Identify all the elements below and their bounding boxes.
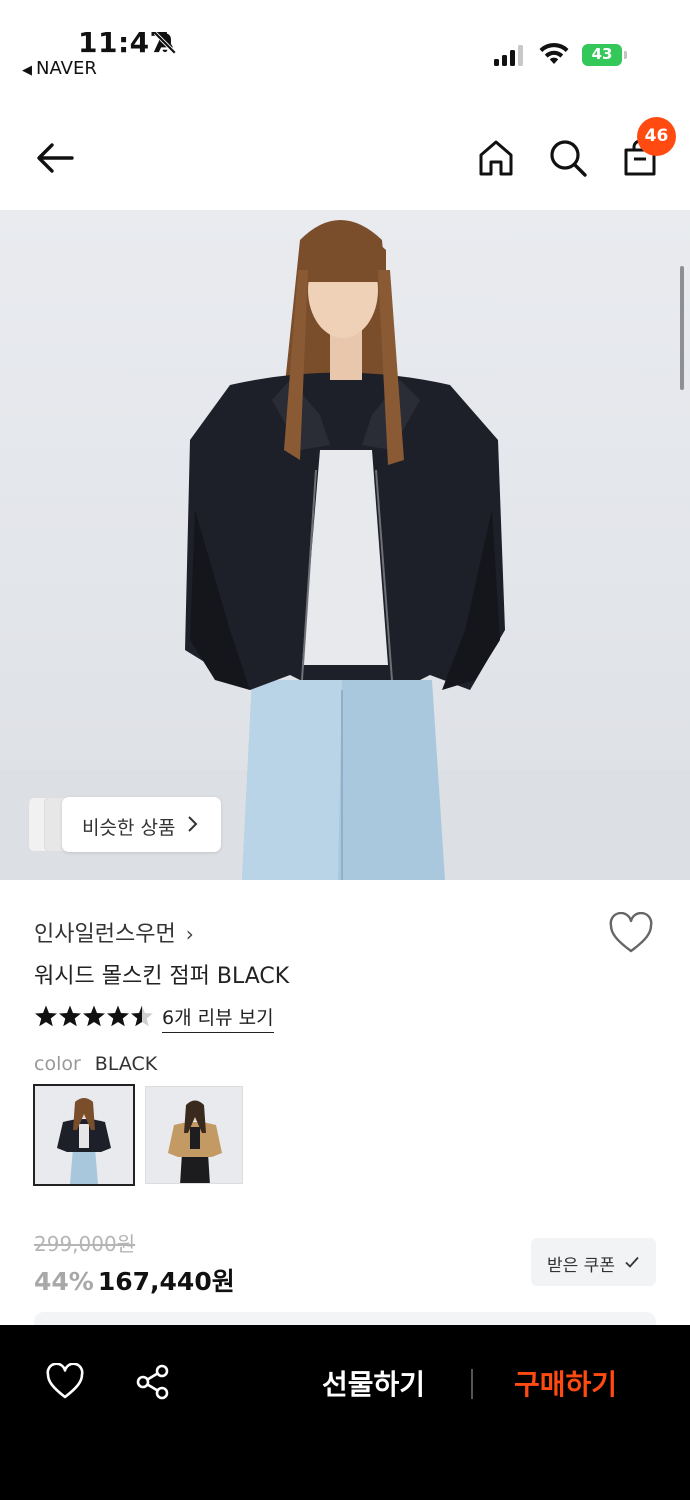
sale-price: 167,440원 (97, 1267, 235, 1296)
check-icon (625, 1256, 639, 1268)
gift-button[interactable]: 선물하기 (322, 1363, 425, 1403)
swatch-black-photo (35, 1086, 133, 1184)
model-photo (0, 220, 690, 880)
heart-icon[interactable] (45, 1363, 85, 1401)
color-row: color BLACK (34, 1053, 157, 1075)
rating-star (35, 1005, 57, 1027)
color-key: color (34, 1053, 81, 1075)
product-image[interactable] (0, 210, 690, 880)
original-price: 299,000원 (34, 1232, 136, 1256)
back-to-app[interactable]: ◀ NAVER (22, 58, 97, 79)
status-bar: 11:47 ◀ NAVER 43 (0, 0, 690, 90)
rating-stars (35, 1005, 153, 1027)
bottom-action-bar: 선물하기 구매하기 (0, 1325, 690, 1500)
coupon-label: 받은 쿠폰 (547, 1256, 615, 1276)
cellular-signal-icon (494, 45, 523, 66)
similar-products-button[interactable]: 비슷한 상품 (28, 797, 221, 852)
rating-star (83, 1005, 105, 1027)
back-triangle-icon: ◀ (22, 63, 32, 78)
reviews-link[interactable]: 6개 리뷰 보기 (162, 1003, 274, 1033)
chevron-right-icon (188, 816, 198, 832)
battery-indicator: 43 (582, 44, 628, 66)
brand-name: 인사일런스우먼 (34, 922, 176, 947)
wishlist-heart-icon[interactable] (608, 912, 654, 956)
back-button[interactable] (32, 134, 80, 182)
received-coupon-button[interactable]: 받은 쿠폰 (531, 1238, 656, 1286)
search-icon (550, 140, 587, 177)
similar-products-label: 비슷한 상품 (82, 817, 176, 839)
bell-muted-icon (153, 31, 177, 55)
bottom-divider (471, 1369, 473, 1399)
back-app-label: NAVER (36, 58, 97, 79)
buy-button[interactable]: 구매하기 (514, 1363, 617, 1403)
rating-star (59, 1005, 81, 1027)
home-icon (479, 140, 513, 176)
cart-count-badge: 46 (637, 117, 676, 156)
price-row: 44% 167,440원 (34, 1262, 235, 1298)
brand-link[interactable]: 인사일런스우먼 › (34, 916, 194, 948)
wifi-icon (539, 42, 569, 64)
rating-star (107, 1005, 129, 1027)
product-detail-page: 11:47 ◀ NAVER 43 46 비슷한 상품 인사일런스우먼 › 워시드… (0, 0, 690, 1500)
color-swatch-beige[interactable] (145, 1086, 243, 1184)
battery-percent: 43 (591, 45, 613, 63)
image-scroll-indicator (680, 266, 684, 390)
arrow-left-icon (37, 143, 74, 173)
home-button[interactable] (472, 134, 520, 182)
discount-rate: 44% (34, 1267, 94, 1296)
color-value: BLACK (94, 1053, 158, 1075)
swatch-beige-photo (146, 1087, 242, 1183)
product-title: 워시드 몰스킨 점퍼 BLACK (34, 964, 290, 989)
color-swatch-black[interactable] (33, 1084, 135, 1186)
share-icon[interactable] (134, 1363, 172, 1401)
search-button[interactable] (544, 134, 592, 182)
brand-chevron-icon: › (185, 922, 194, 946)
rating-star (131, 1005, 153, 1027)
similar-pill: 비슷한 상품 (62, 797, 221, 852)
